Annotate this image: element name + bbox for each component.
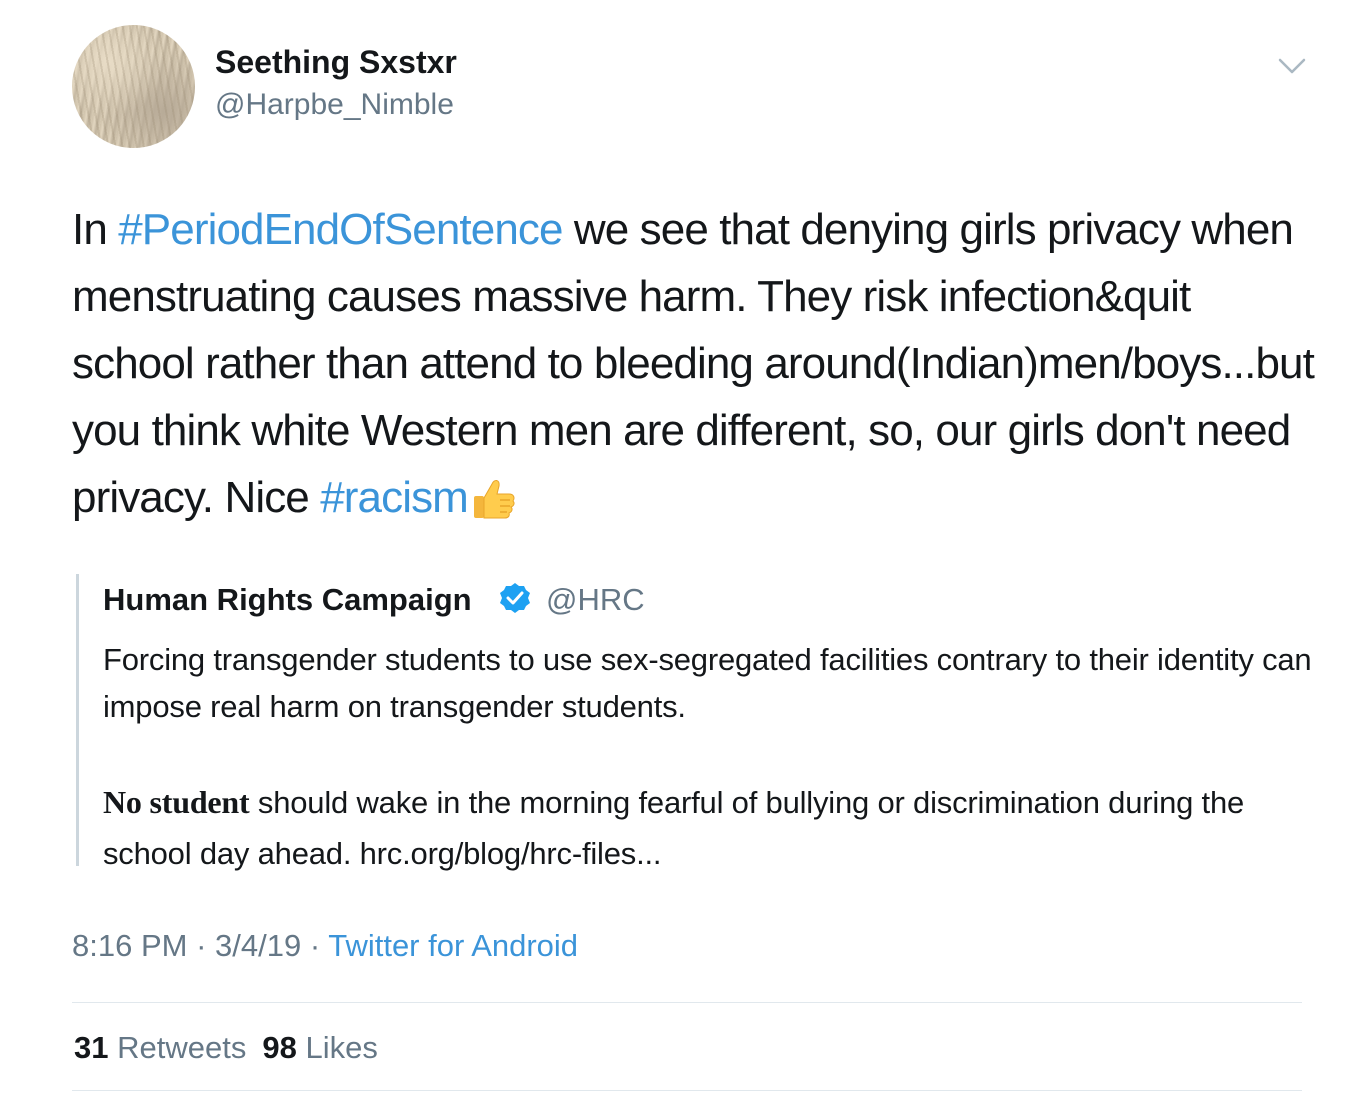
tweet-text-part: In <box>72 205 119 254</box>
divider <box>72 1090 1302 1091</box>
author-handle[interactable]: @Harpbe_Nimble <box>215 88 454 122</box>
tweet-date[interactable]: 3/4/19 <box>215 928 301 963</box>
tweet-stats: 31 Retweets 98 Likes <box>74 1030 378 1066</box>
retweets-count: 31 <box>74 1030 109 1065</box>
quoted-author-handle: @HRC <box>546 582 645 617</box>
meta-separator: · <box>187 928 216 963</box>
tweet-meta: 8:16 PM · 3/4/19 · Twitter for Android <box>72 928 578 964</box>
quoted-author-name: Human Rights Campaign <box>103 582 472 617</box>
thumbs-up-icon <box>470 472 516 539</box>
tweet-source-link[interactable]: Twitter for Android <box>328 928 578 963</box>
tweet-text: In #PeriodEndOfSentence we see that deny… <box>72 196 1322 539</box>
quoted-text: Forcing transgender students to use sex-… <box>103 642 1312 724</box>
quoted-text-second: No student should wake in the morning fe… <box>103 777 1313 879</box>
retweets-label: Retweets <box>117 1030 247 1065</box>
meta-separator: · <box>301 928 329 963</box>
quoted-bold-lead: No student <box>103 784 250 820</box>
avatar-image <box>72 25 195 148</box>
quoted-text-rest: should wake in the morning fearful of bu… <box>103 785 1245 871</box>
quoted-tweet[interactable]: Human Rights Campaign @HRC Forcing trans… <box>76 574 1319 871</box>
tweet-time[interactable]: 8:16 PM <box>72 928 187 963</box>
avatar[interactable] <box>72 25 195 148</box>
author-name[interactable]: Seething Sxstxr <box>215 44 457 81</box>
hashtag-link[interactable]: #racism <box>320 473 469 522</box>
likes-label: Likes <box>305 1030 378 1065</box>
chevron-down-icon[interactable] <box>1278 56 1306 76</box>
likes-count: 98 <box>262 1030 297 1065</box>
retweets-stat[interactable]: 31 Retweets <box>74 1030 246 1065</box>
verified-badge-icon <box>500 583 530 613</box>
likes-stat[interactable]: 98 Likes <box>262 1030 377 1065</box>
hashtag-link[interactable]: #PeriodEndOfSentence <box>118 205 563 254</box>
divider <box>72 1002 1302 1003</box>
